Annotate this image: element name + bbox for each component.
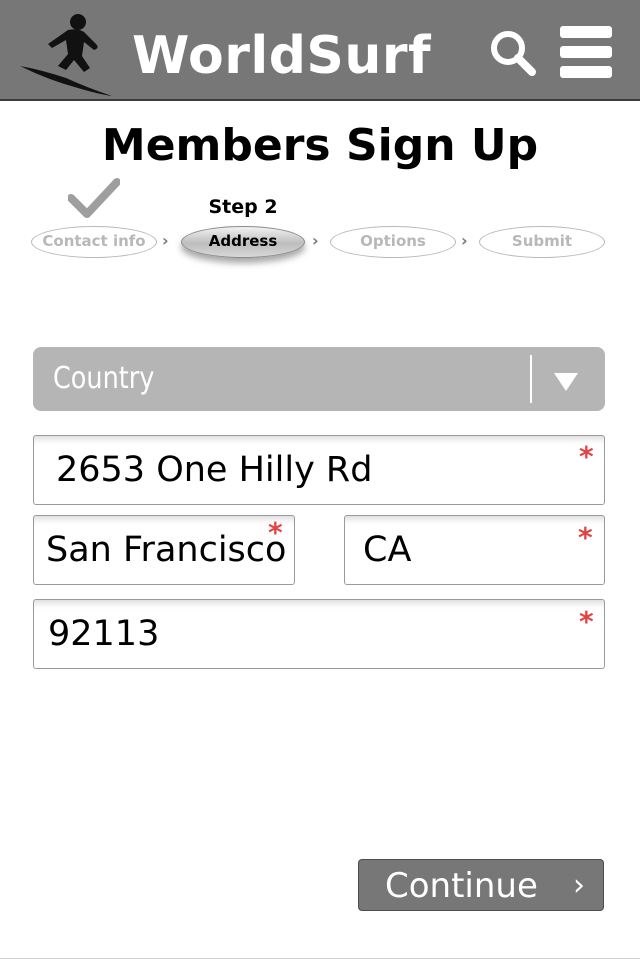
city-field[interactable]: San Francisco * [33,515,295,585]
checkmark-icon [68,178,120,218]
country-placeholder: Country [53,361,155,396]
page-title: Members Sign Up [101,120,539,171]
state-field[interactable]: CA * [344,515,605,585]
search-button[interactable] [488,28,538,78]
required-asterisk: * [578,521,593,554]
street-address-value: 2653 One Hilly Rd [56,450,373,490]
step-contact-info[interactable]: Contact info [31,226,157,258]
state-value: CA [363,530,412,570]
continue-label: Continue [385,866,538,906]
current-step-label: Step 2 [208,196,278,218]
chevron-right-icon: › [461,231,468,250]
required-asterisk: * [268,516,283,549]
step-address[interactable]: Address [181,226,305,258]
city-value: San Francisco [46,530,287,570]
menu-bar [560,26,612,38]
country-select[interactable]: Country [33,347,605,411]
step-options[interactable]: Options [330,226,456,258]
surfer-logo-icon[interactable] [18,8,114,98]
chevron-right-icon: › [162,231,169,250]
select-divider [530,355,532,403]
zip-code-field[interactable]: 92113 * [33,599,605,669]
chevron-right-icon: › [312,231,319,250]
zip-code-value: 92113 [48,614,160,654]
menu-bar [560,46,612,58]
brand-name: WorldSurf [132,26,432,86]
chevron-right-icon: › [573,868,585,903]
dropdown-arrow-icon [554,373,578,391]
continue-button[interactable]: Continue › [358,859,604,911]
hamburger-menu-icon[interactable] [558,24,614,80]
bottom-divider [0,958,640,959]
street-address-field[interactable]: 2653 One Hilly Rd * [33,435,605,505]
required-asterisk: * [579,440,594,473]
app-header: WorldSurf [0,0,640,101]
search-icon [491,31,536,76]
step-submit[interactable]: Submit [479,226,605,258]
menu-bar [560,66,612,78]
required-asterisk: * [579,605,594,638]
